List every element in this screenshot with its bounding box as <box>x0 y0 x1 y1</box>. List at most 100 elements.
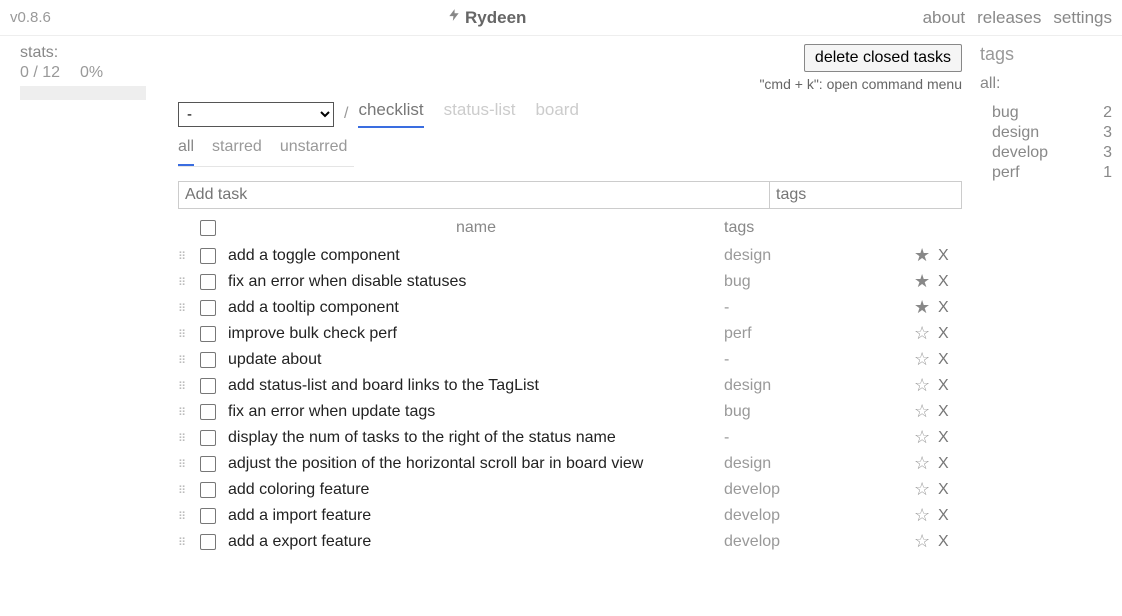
task-checkbox[interactable] <box>200 456 216 472</box>
drag-handle-icon[interactable]: ⠿ <box>178 485 185 497</box>
star-icon[interactable]: ★ <box>914 271 930 291</box>
task-tags[interactable]: design <box>724 377 914 395</box>
task-name[interactable]: add a import feature <box>228 507 724 525</box>
tag-item[interactable]: bug 2 <box>980 103 1112 123</box>
task-row: ⠿ update about-☆ X <box>178 347 962 373</box>
drag-handle-icon[interactable]: ⠿ <box>178 459 185 471</box>
tags-all-label[interactable]: all: <box>980 75 1112 93</box>
delete-icon[interactable]: X <box>938 455 949 472</box>
task-checkbox[interactable] <box>200 326 216 342</box>
delete-icon[interactable]: X <box>938 429 949 446</box>
task-name[interactable]: display the num of tasks to the right of… <box>228 429 724 447</box>
tab-checklist[interactable]: checklist <box>358 100 423 128</box>
delete-icon[interactable]: X <box>938 299 949 316</box>
task-tags[interactable]: develop <box>724 481 914 499</box>
filter-all[interactable]: all <box>178 138 194 166</box>
task-name[interactable]: add status-list and board links to the T… <box>228 377 724 395</box>
task-checkbox[interactable] <box>200 482 216 498</box>
nav-about[interactable]: about <box>923 8 966 28</box>
task-tags[interactable]: develop <box>724 507 914 525</box>
app-brand: Rydeen <box>447 6 526 29</box>
task-tags[interactable]: design <box>724 455 914 473</box>
task-tags[interactable]: bug <box>724 403 914 421</box>
task-name[interactable]: add a tooltip component <box>228 299 724 317</box>
star-icon[interactable]: ☆ <box>914 323 930 343</box>
task-tags[interactable]: design <box>724 247 914 265</box>
drag-handle-icon[interactable]: ⠿ <box>178 303 185 315</box>
star-icon[interactable]: ☆ <box>914 375 930 395</box>
task-checkbox[interactable] <box>200 378 216 394</box>
delete-icon[interactable]: X <box>938 377 949 394</box>
nav-settings[interactable]: settings <box>1053 8 1112 28</box>
task-name[interactable]: add a toggle component <box>228 247 724 265</box>
task-checkbox[interactable] <box>200 248 216 264</box>
task-checkbox[interactable] <box>200 274 216 290</box>
delete-closed-button[interactable]: delete closed tasks <box>804 44 962 72</box>
drag-handle-icon[interactable]: ⠿ <box>178 251 185 263</box>
stats-panel: stats: 0 / 12 0% <box>20 44 178 555</box>
task-checkbox[interactable] <box>200 534 216 550</box>
star-icon[interactable]: ★ <box>914 297 930 317</box>
drag-handle-icon[interactable]: ⠿ <box>178 381 185 393</box>
task-row: ⠿ add a import featuredevelop☆ X <box>178 503 962 529</box>
stats-progress-bar <box>20 86 146 100</box>
nav-releases[interactable]: releases <box>977 8 1041 28</box>
star-icon[interactable]: ☆ <box>914 401 930 421</box>
task-name[interactable]: improve bulk check perf <box>228 325 724 343</box>
drag-handle-icon[interactable]: ⠿ <box>178 277 185 289</box>
filter-starred[interactable]: starred <box>212 138 262 166</box>
tag-item[interactable]: design3 <box>980 123 1112 143</box>
task-name[interactable]: fix an error when disable statuses <box>228 273 724 291</box>
star-icon[interactable]: ☆ <box>914 427 930 447</box>
tag-name: bug <box>992 104 1019 122</box>
tag-item[interactable]: develop3 <box>980 143 1112 163</box>
task-name[interactable]: add coloring feature <box>228 481 724 499</box>
lightning-icon <box>447 6 461 29</box>
delete-icon[interactable]: X <box>938 533 949 550</box>
task-name[interactable]: update about <box>228 351 724 369</box>
task-checkbox[interactable] <box>200 300 216 316</box>
task-tags[interactable]: develop <box>724 533 914 551</box>
task-checkbox[interactable] <box>200 508 216 524</box>
task-name[interactable]: adjust the position of the horizontal sc… <box>228 455 724 473</box>
delete-icon[interactable]: X <box>938 507 949 524</box>
add-task-input[interactable] <box>178 181 770 209</box>
drag-handle-icon[interactable]: ⠿ <box>178 407 185 419</box>
drag-handle-icon[interactable]: ⠿ <box>178 511 185 523</box>
task-checkbox[interactable] <box>200 352 216 368</box>
tab-board[interactable]: board <box>535 100 578 128</box>
task-checkbox[interactable] <box>200 430 216 446</box>
task-tags[interactable]: perf <box>724 325 914 343</box>
star-icon[interactable]: ☆ <box>914 479 930 499</box>
delete-icon[interactable]: X <box>938 351 949 368</box>
drag-handle-icon[interactable]: ⠿ <box>178 537 185 549</box>
delete-icon[interactable]: X <box>938 273 949 290</box>
star-icon[interactable]: ★ <box>914 245 930 265</box>
task-name[interactable]: add a export feature <box>228 533 724 551</box>
add-tags-input[interactable] <box>770 181 962 209</box>
task-tags[interactable]: - <box>724 299 914 317</box>
task-tags[interactable]: bug <box>724 273 914 291</box>
drag-handle-icon[interactable]: ⠿ <box>178 433 185 445</box>
delete-icon[interactable]: X <box>938 481 949 498</box>
task-name[interactable]: fix an error when update tags <box>228 403 724 421</box>
task-tags[interactable]: - <box>724 351 914 369</box>
select-all-checkbox[interactable] <box>200 220 216 236</box>
delete-icon[interactable]: X <box>938 325 949 342</box>
star-icon[interactable]: ☆ <box>914 531 930 551</box>
star-icon[interactable]: ☆ <box>914 349 930 369</box>
task-tags[interactable]: - <box>724 429 914 447</box>
filter-dropdown[interactable]: - <box>178 102 334 127</box>
drag-handle-icon[interactable]: ⠿ <box>178 355 185 367</box>
tag-count: 2 <box>1103 104 1112 122</box>
task-row: ⠿ fix an error when update tagsbug☆ X <box>178 399 962 425</box>
tab-status-list[interactable]: status-list <box>444 100 516 128</box>
delete-icon[interactable]: X <box>938 247 949 264</box>
delete-icon[interactable]: X <box>938 403 949 420</box>
star-icon[interactable]: ☆ <box>914 505 930 525</box>
tag-item[interactable]: perf1 <box>980 163 1112 183</box>
star-icon[interactable]: ☆ <box>914 453 930 473</box>
task-checkbox[interactable] <box>200 404 216 420</box>
filter-unstarred[interactable]: unstarred <box>280 138 348 166</box>
drag-handle-icon[interactable]: ⠿ <box>178 329 185 341</box>
